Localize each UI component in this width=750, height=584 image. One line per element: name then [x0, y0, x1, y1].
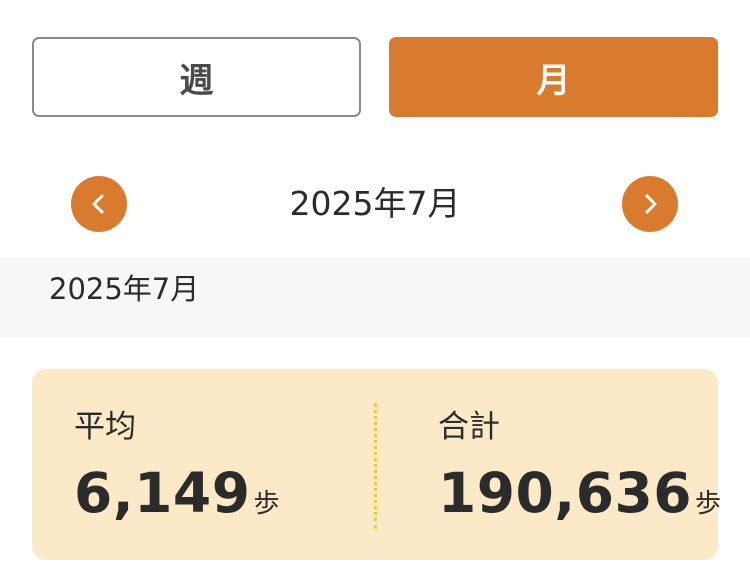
average-value: 6,149 — [74, 461, 251, 525]
average-unit: 歩 — [253, 489, 280, 519]
chevron-right-icon — [645, 194, 657, 214]
total-value: 190,636 — [438, 461, 693, 525]
summary-card: 平均 6,149 歩 合計 190,636 歩 — [32, 369, 721, 560]
next-month-button[interactable] — [622, 176, 678, 232]
total-label: 合計 — [438, 409, 500, 445]
section-header-label: 2025年7月 — [49, 272, 200, 306]
stat-divider — [374, 403, 377, 529]
month-navigation: 2025年7月 — [0, 176, 750, 232]
average-label: 平均 — [74, 409, 136, 445]
previous-month-button[interactable] — [71, 176, 127, 232]
total-unit: 歩 — [695, 489, 722, 519]
period-toggle: 週 月 — [32, 37, 718, 117]
chevron-left-icon — [92, 194, 104, 214]
section-header: 2025年7月 — [0, 257, 750, 337]
week-tab-button[interactable]: 週 — [32, 37, 361, 117]
month-tab-button[interactable]: 月 — [389, 37, 718, 117]
average-value-row: 6,149 歩 — [74, 461, 280, 525]
total-value-row: 190,636 歩 — [438, 461, 721, 525]
